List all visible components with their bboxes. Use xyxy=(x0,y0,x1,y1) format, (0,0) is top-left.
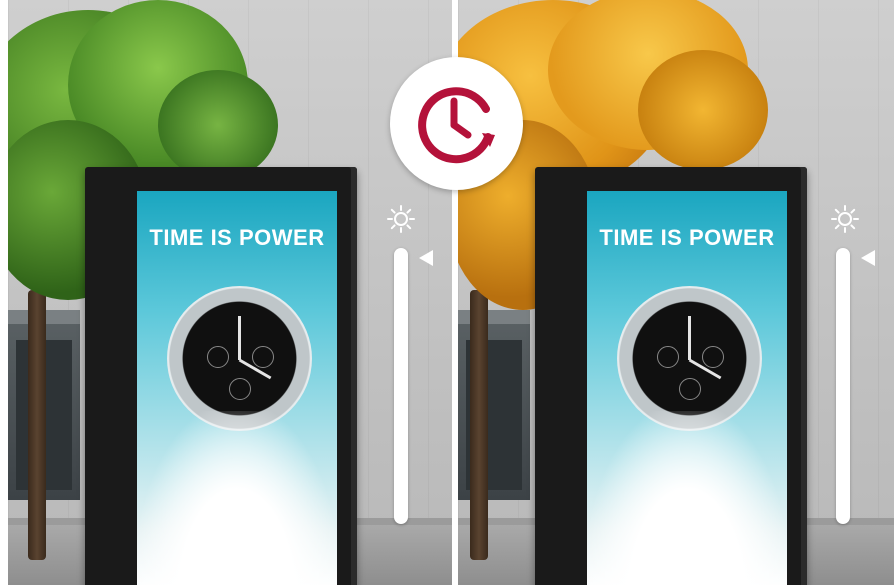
brightness-slider-track[interactable] xyxy=(394,248,408,524)
water-splash xyxy=(587,411,787,585)
digital-signage-kiosk: TIME IS POWER xyxy=(535,167,807,585)
kiosk-screen: TIME IS POWER xyxy=(587,191,787,585)
clock-refresh-icon xyxy=(418,87,495,164)
sun-icon xyxy=(831,205,859,233)
brightness-slider-track[interactable] xyxy=(836,248,850,524)
water-splash xyxy=(137,411,337,585)
digital-signage-kiosk: TIME IS POWER xyxy=(85,167,357,585)
wristwatch-image xyxy=(617,286,762,431)
brightness-slider-indicator[interactable] xyxy=(861,250,875,266)
kiosk-screen: TIME IS POWER xyxy=(137,191,337,585)
building xyxy=(458,310,530,500)
clock-refresh-badge xyxy=(390,57,523,190)
autumn-scene-panel: TIME IS POWER xyxy=(458,0,894,585)
ad-headline: TIME IS POWER xyxy=(599,225,775,250)
wristwatch-image xyxy=(167,286,312,431)
sun-icon xyxy=(387,205,415,233)
summer-scene-panel: TIME IS POWER xyxy=(8,0,452,585)
ad-headline: TIME IS POWER xyxy=(149,225,325,250)
brightness-slider-indicator[interactable] xyxy=(419,250,433,266)
